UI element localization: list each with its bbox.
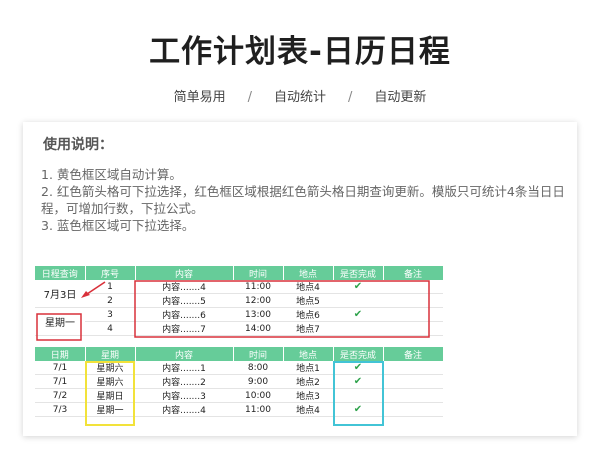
row-done (333, 293, 383, 308)
query-weekday-cell: 星期一 (35, 307, 85, 336)
row-no: 2 (85, 293, 135, 308)
row-content: 内容.......4 (135, 280, 233, 294)
row-weekday: 星期六 (85, 374, 135, 389)
query-table: 日程查询 序号 内容 时间 地点 是否完成 备注 7月3日 1 内容......… (35, 266, 444, 336)
header-content: 内容 (135, 266, 234, 280)
instruction-line-2: 2. 红色箭头格可下拉选择，红色框区域根据红色箭头格日期查询更新。模版只可统计4… (41, 184, 565, 216)
row-time[interactable]: 9:00 (233, 374, 283, 389)
table-row: 星期一 3 内容.......6 13:00 地点6 ✔ (35, 307, 443, 336)
schedule-table: 日期 星期 内容 时间 地点 是否完成 备注 7/1 星期六 内容.......… (35, 347, 444, 417)
header-note: 备注 (383, 347, 444, 361)
row-weekday: 星期一 (85, 402, 135, 417)
table-row: 7/1 星期六 内容.......1 8:00 地点1 ✔ (35, 361, 443, 375)
header-time: 时间 (233, 347, 284, 361)
row-time[interactable]: 11:00 (233, 402, 283, 417)
row-place[interactable]: 地点3 (283, 388, 333, 403)
spreadsheet-preview: 日程查询 序号 内容 时间 地点 是否完成 备注 7月3日 1 内容......… (35, 266, 444, 426)
header-content: 内容 (135, 347, 234, 361)
header-query-date: 日程查询 (35, 266, 86, 280)
tag-auto-update: 自动更新 (374, 90, 427, 105)
row-weekday: 星期日 (85, 388, 135, 403)
header-no: 序号 (85, 266, 136, 280)
row-note[interactable] (383, 388, 443, 403)
schedule-header-row: 日期 星期 内容 时间 地点 是否完成 备注 (35, 347, 444, 361)
row-done[interactable] (333, 388, 383, 403)
instructions-heading: 使用说明： (43, 137, 113, 153)
row-time[interactable]: 10:00 (233, 388, 283, 403)
row-done[interactable]: ✔ (333, 374, 383, 389)
row-place: 地点7 (283, 321, 333, 336)
row-content[interactable]: 内容.......1 (135, 361, 233, 375)
row-note[interactable] (383, 402, 443, 417)
row-place[interactable]: 地点1 (283, 361, 333, 375)
table-row: 4 内容.......7 14:00 地点7 (35, 321, 443, 336)
row-note (383, 307, 443, 322)
table-row: 2 内容.......5 12:00 地点5 (35, 293, 443, 308)
row-note (383, 321, 443, 336)
row-content: 内容.......5 (135, 293, 233, 308)
row-done[interactable]: ✔ (333, 402, 383, 417)
row-time: 11:00 (233, 280, 283, 294)
row-no: 3 (85, 307, 135, 322)
table-row: 7月3日 1 内容.......4 11:00 地点4 ✔ (35, 280, 443, 308)
tag-separator: / (247, 90, 252, 105)
table-row: 7/2 星期日 内容.......3 10:00 地点3 (35, 388, 443, 403)
row-place: 地点6 (283, 307, 333, 322)
row-content: 内容.......7 (135, 321, 233, 336)
tag-separator: / (348, 90, 353, 105)
header-done: 是否完成 (333, 347, 384, 361)
row-note[interactable] (383, 361, 443, 375)
query-header-row: 日程查询 序号 内容 时间 地点 是否完成 备注 (35, 266, 444, 280)
row-content: 内容.......6 (135, 307, 233, 322)
header-done: 是否完成 (333, 266, 384, 280)
row-date[interactable]: 7/1 (35, 374, 85, 389)
row-done (333, 321, 383, 336)
tag-auto-count: 自动统计 (273, 90, 326, 105)
header-date: 日期 (35, 347, 86, 361)
header-place: 地点 (283, 266, 334, 280)
feature-tags: 简单易用 / 自动统计 / 自动更新 (0, 86, 600, 105)
row-done: ✔ (333, 280, 383, 294)
row-date[interactable]: 7/3 (35, 402, 85, 417)
row-place[interactable]: 地点2 (283, 374, 333, 389)
header-place: 地点 (283, 347, 334, 361)
table-row: 7/1 星期六 内容.......2 9:00 地点2 ✔ (35, 374, 443, 389)
row-weekday: 星期六 (85, 361, 135, 375)
instruction-line-1: 1. 黄色框区域自动计算。 (41, 167, 182, 182)
row-done[interactable]: ✔ (333, 361, 383, 375)
preview-card: 使用说明： 1. 黄色框区域自动计算。 2. 红色箭头格可下拉选择，红色框区域根… (23, 122, 577, 436)
instruction-line-3: 3. 蓝色框区域可下拉选择。 (41, 218, 195, 233)
row-place: 地点4 (283, 280, 333, 294)
row-content[interactable]: 内容.......2 (135, 374, 233, 389)
row-no: 4 (85, 321, 135, 336)
row-done: ✔ (333, 307, 383, 322)
row-time: 14:00 (233, 321, 283, 336)
row-time: 12:00 (233, 293, 283, 308)
row-content[interactable]: 内容.......3 (135, 388, 233, 403)
row-date[interactable]: 7/2 (35, 388, 85, 403)
row-time: 13:00 (233, 307, 283, 322)
row-note (383, 293, 443, 308)
tag-easy: 简单易用 (173, 90, 226, 105)
header-note: 备注 (383, 266, 444, 280)
row-no: 1 (85, 280, 135, 294)
header-time: 时间 (233, 266, 284, 280)
header-weekday: 星期 (85, 347, 136, 361)
row-note[interactable] (383, 374, 443, 389)
instructions-text: 1. 黄色框区域自动计算。 2. 红色箭头格可下拉选择，红色框区域根据红色箭头格… (41, 166, 573, 234)
row-date[interactable]: 7/1 (35, 361, 85, 375)
row-place: 地点5 (283, 293, 333, 308)
row-place[interactable]: 地点4 (283, 402, 333, 417)
page-title: 工作计划表-日历日程 (149, 34, 451, 70)
row-content[interactable]: 内容.......4 (135, 402, 233, 417)
query-date-cell[interactable]: 7月3日 (35, 280, 85, 308)
table-row: 7/3 星期一 内容.......4 11:00 地点4 ✔ (35, 402, 443, 417)
row-time[interactable]: 8:00 (233, 361, 283, 375)
row-note (383, 280, 443, 294)
